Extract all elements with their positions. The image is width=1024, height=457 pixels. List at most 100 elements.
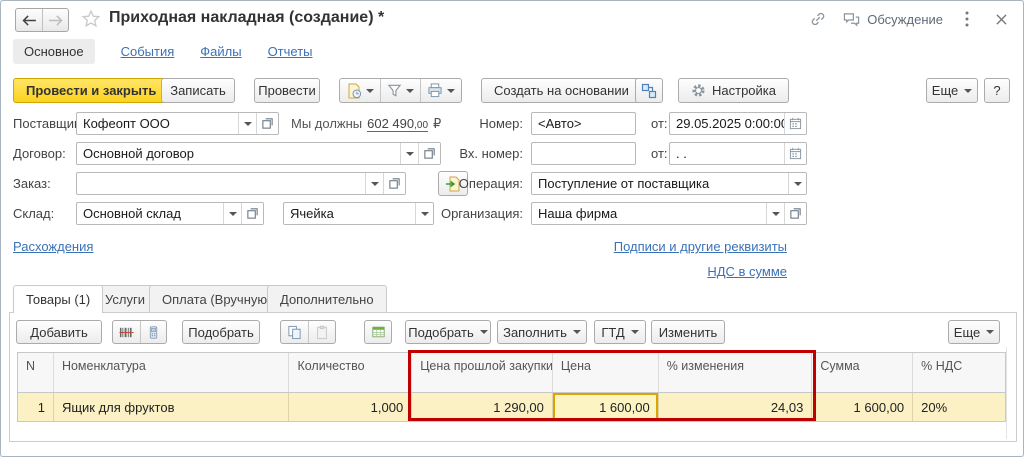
nav-tabs: Основное События Файлы Отчеты <box>13 38 313 64</box>
col-header-item[interactable]: Номенклатура <box>54 353 290 392</box>
tab-payment[interactable]: Оплата (Вручную) <box>149 285 285 312</box>
open-icon[interactable] <box>241 203 263 224</box>
discrepancies-link[interactable]: Расхождения <box>13 239 93 254</box>
calendar-icon[interactable] <box>784 143 806 164</box>
get-link-icon[interactable] <box>808 10 828 28</box>
fill-label: Заполнить <box>503 324 567 340</box>
dropdown-arrow-icon <box>479 330 488 334</box>
dropdown-arrow-icon <box>447 88 455 93</box>
fill-menu-button[interactable]: Заполнить <box>497 320 587 344</box>
debt-amount-link[interactable]: 602 490,00 <box>367 116 429 132</box>
cell-qty[interactable]: 1,000 <box>289 393 413 421</box>
operation-label: Операция: <box>458 176 523 191</box>
app-window: Приходная накладная (создание) * Обсужде… <box>0 0 1024 457</box>
order-label: Заказ: <box>13 176 51 191</box>
tab-main[interactable]: Основное <box>13 38 95 64</box>
add-row-button[interactable]: Добавить <box>16 320 102 344</box>
filter-button[interactable] <box>380 79 420 102</box>
back-arrow-icon <box>21 14 37 26</box>
table-scrollbar[interactable] <box>1006 347 1007 439</box>
incoming-date-field[interactable]: . . <box>669 142 807 165</box>
col-header-prev-price[interactable]: Цена прошлой закупки <box>412 353 553 392</box>
posting-records-button[interactable] <box>340 79 380 102</box>
paste-icon[interactable] <box>308 321 335 343</box>
table-row[interactable]: 1 Ящик для фруктов 1,000 1 290,00 1 600,… <box>18 393 1005 421</box>
cell-sum[interactable]: 1 600,00 <box>812 393 914 421</box>
copy-icon[interactable] <box>281 321 308 343</box>
forward-button[interactable] <box>42 9 68 31</box>
vat-link[interactable]: НДС в сумме <box>707 264 787 279</box>
discussion-button[interactable]: Обсуждение <box>842 11 943 28</box>
dropdown-arrow-icon[interactable] <box>238 113 256 134</box>
tab-additional[interactable]: Дополнительно <box>267 285 387 312</box>
write-button[interactable]: Записать <box>161 78 235 103</box>
help-button[interactable]: ? <box>984 78 1010 103</box>
organization-field[interactable]: Наша фирма <box>531 202 807 225</box>
cell-item[interactable]: Ящик для фруктов <box>54 393 290 421</box>
price-list-button[interactable] <box>364 320 392 344</box>
open-icon[interactable] <box>784 203 806 224</box>
more-button[interactable]: Еще <box>926 78 978 103</box>
cell-prev-price[interactable]: 1 290,00 <box>412 393 553 421</box>
favorite-star-icon[interactable] <box>81 9 101 29</box>
open-icon[interactable] <box>383 173 405 194</box>
incoming-number-field[interactable] <box>531 142 636 165</box>
tab-goods[interactable]: Товары (1) <box>13 285 104 313</box>
calendar-icon[interactable] <box>784 113 806 134</box>
edit-button[interactable]: Изменить <box>651 320 725 344</box>
debt-text: Мы должны <box>291 116 363 131</box>
barcode-icon[interactable] <box>113 321 140 343</box>
open-icon[interactable] <box>418 143 440 164</box>
incoming-date-placeholder: . . <box>676 146 687 161</box>
warehouse-field[interactable]: Основной склад <box>76 202 264 225</box>
number-field[interactable]: <Авто> <box>531 112 636 135</box>
settings-button[interactable]: Настройка <box>678 78 789 103</box>
post-and-close-button[interactable]: Провести и закрыть <box>13 78 170 103</box>
signatures-link[interactable]: Подписи и другие реквизиты <box>614 239 787 254</box>
open-icon[interactable] <box>256 113 278 134</box>
col-header-change-pct[interactable]: % изменения <box>659 353 813 392</box>
tab-events[interactable]: События <box>121 44 175 59</box>
cell-change-pct[interactable]: 24,03 <box>659 393 813 421</box>
cell-n[interactable]: 1 <box>18 393 54 421</box>
cell-field[interactable]: Ячейка <box>283 202 434 225</box>
dropdown-arrow-icon[interactable] <box>400 143 418 164</box>
order-value <box>77 173 365 194</box>
dropdown-arrow-icon[interactable] <box>365 173 383 194</box>
col-header-vat[interactable]: % НДС <box>913 353 1005 392</box>
goods-panel: Добавить Подобрать Подобрать Заполнить Г… <box>9 312 1017 442</box>
create-based-on-button[interactable]: Создать на основании <box>481 78 656 103</box>
more-vertical-icon[interactable] <box>957 10 977 28</box>
dropdown-arrow-icon <box>406 88 414 93</box>
dropdown-arrow-icon[interactable] <box>766 203 784 224</box>
data-terminal-icon[interactable] <box>140 321 166 343</box>
related-documents-button[interactable] <box>635 78 663 103</box>
print-button[interactable] <box>420 79 461 102</box>
operation-field[interactable]: Поступление от поставщика <box>531 172 807 195</box>
dropdown-arrow-icon[interactable] <box>415 203 433 224</box>
cell-vat[interactable]: 20% <box>913 393 1005 421</box>
col-header-price[interactable]: Цена <box>553 353 659 392</box>
dropdown-arrow-icon[interactable] <box>788 173 806 194</box>
tab-reports[interactable]: Отчеты <box>268 44 313 59</box>
pick-button[interactable]: Подобрать <box>182 320 260 344</box>
close-icon[interactable] <box>991 10 1011 28</box>
supplier-field[interactable]: Кофеопт ООО <box>76 112 279 135</box>
col-header-n[interactable]: N <box>18 353 54 392</box>
create-based-on-label: Создать на основании <box>494 83 629 98</box>
contract-field[interactable]: Основной договор <box>76 142 441 165</box>
back-button[interactable] <box>16 9 42 31</box>
order-field[interactable] <box>76 172 406 195</box>
dropdown-arrow-icon[interactable] <box>223 203 241 224</box>
cell-price-selected[interactable]: 1 600,00 <box>552 393 659 421</box>
tab-files[interactable]: Файлы <box>200 44 241 59</box>
col-header-qty[interactable]: Количество <box>289 353 413 392</box>
post-button[interactable]: Провести <box>254 78 320 103</box>
organization-value: Наша фирма <box>538 206 618 221</box>
gtd-menu-button[interactable]: ГТД <box>594 320 646 344</box>
table-more-button[interactable]: Еще <box>948 320 1000 344</box>
operation-value: Поступление от поставщика <box>538 176 710 191</box>
col-header-sum[interactable]: Сумма <box>812 353 914 392</box>
pick-menu-button[interactable]: Подобрать <box>405 320 491 344</box>
date-field[interactable]: 29.05.2025 0:00:00 <box>669 112 807 135</box>
